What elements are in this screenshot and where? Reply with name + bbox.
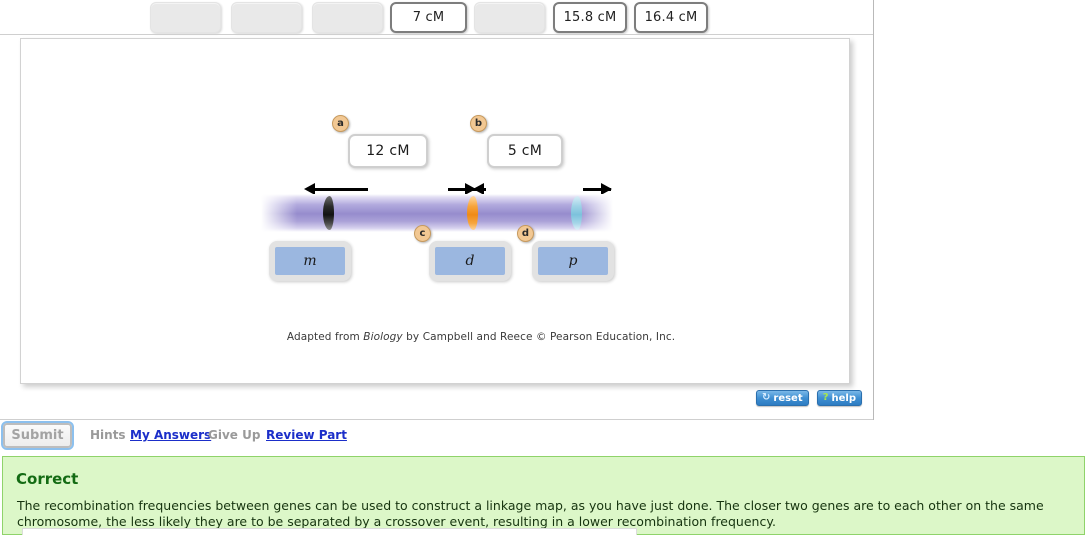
answer-bank-slot-filled[interactable]: 16.4 cM [634, 2, 708, 33]
answer-bank-slot-label: 7 cM [412, 10, 445, 25]
feedback-body: The recombination frequencies between ge… [17, 498, 1044, 529]
page-vertical-divider [873, 0, 874, 420]
credit-italic-title: Biology [363, 331, 403, 343]
figure-credit: Adapted from Biology by Campbell and Ree… [266, 331, 696, 343]
question-icon: ? [822, 392, 829, 403]
answer-bank-slot-filled[interactable]: 15.8 cM [553, 2, 627, 33]
review-part-link[interactable]: Review Part [266, 428, 347, 442]
help-button-label: help [831, 392, 857, 404]
credit-prefix: Adapted from [286, 331, 364, 343]
give-up-link[interactable]: Give Up [208, 428, 260, 442]
answer-bank-slot-empty[interactable] [312, 2, 383, 33]
figure-tool-buttons: ↻ reset ? help [753, 385, 863, 406]
band-orange [467, 196, 478, 230]
submit-bar: Submit Hints My Answers Give Up Review P… [0, 420, 873, 450]
chromosome-bar [261, 194, 613, 232]
reset-button-label: reset [773, 392, 803, 404]
gene-label-box[interactable]: p [532, 241, 614, 281]
band-dark [323, 196, 334, 230]
help-button[interactable]: ? help [816, 390, 863, 406]
gene-label-box[interactable]: d [429, 241, 511, 281]
marker-badge-c: c [414, 225, 431, 242]
marker-badge-a: a [332, 115, 349, 132]
distance-box[interactable]: 5 cM [487, 134, 563, 168]
gene-label: m [303, 253, 317, 269]
answer-bank: 7 cM 15.8 cM 16.4 cM [0, 0, 873, 35]
hints-link[interactable]: Hints [90, 428, 126, 442]
answer-bank-separator [0, 34, 873, 35]
gene-label: d [465, 253, 475, 269]
feedback-panel: Correct The recombination frequencies be… [2, 456, 1085, 535]
submit-button[interactable]: Submit [1, 421, 74, 450]
marker-badge-d: d [517, 225, 534, 242]
my-answers-link[interactable]: My Answers [130, 428, 211, 442]
answer-bank-slot-empty[interactable] [150, 2, 221, 33]
feedback-next-box [22, 528, 637, 535]
chromosome-fade-left [261, 194, 297, 232]
credit-suffix: by Campbell and Reece © Pearson Educatio… [402, 331, 676, 343]
gene-label-box[interactable]: m [269, 241, 351, 281]
distance-box-label: 5 cM [507, 143, 543, 159]
reset-button[interactable]: ↻ reset [756, 390, 809, 406]
answer-bank-slot-filled[interactable]: 7 cM [390, 2, 467, 33]
linkage-map-figure: a b c d 12 cM 5 cM m d p Adapted from Biology by… [21, 39, 851, 385]
feedback-title: Correct [16, 470, 79, 488]
question-figure-panel: a b c d 12 cM 5 cM m d p Adapted from Biology by… [20, 38, 850, 384]
answer-bank-slot-label: 15.8 cM [563, 10, 617, 25]
distance-box-label: 12 cM [366, 143, 410, 159]
answer-bank-slot-empty[interactable] [231, 2, 302, 33]
band-blue [571, 196, 582, 230]
arrow-line-left [308, 188, 368, 191]
page-root: 7 cM 15.8 cM 16.4 cM a b c d 12 cM 5 cM m d p Adap… [0, 0, 1087, 535]
answer-bank-slot-empty[interactable] [474, 2, 545, 33]
marker-badge-b: b [470, 115, 487, 132]
distance-box[interactable]: 12 cM [348, 134, 428, 168]
answer-bank-slot-label: 16.4 cM [644, 10, 698, 25]
submit-button-label: Submit [11, 428, 64, 443]
chromosome-fade-right [577, 194, 613, 232]
refresh-icon: ↻ [762, 392, 771, 403]
gene-label: p [568, 253, 578, 269]
